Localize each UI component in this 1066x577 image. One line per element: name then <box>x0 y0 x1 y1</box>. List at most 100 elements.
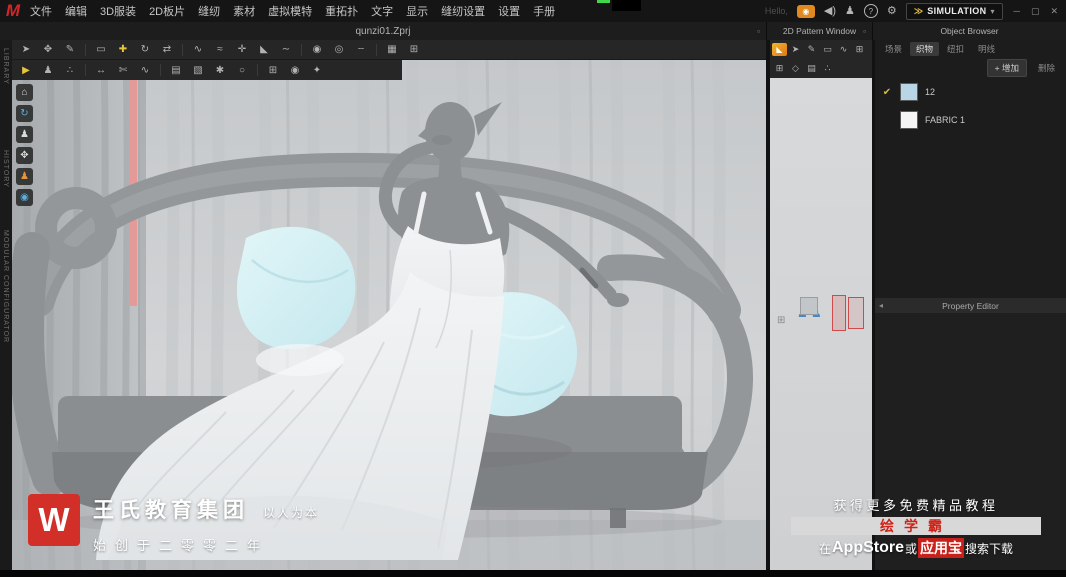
edit-pattern-2d-icon[interactable]: ➤ <box>788 42 803 57</box>
render-tool-icon[interactable]: ✦ <box>307 62 327 79</box>
capture-tool-icon[interactable]: ◉ <box>285 62 305 79</box>
tab-button[interactable]: 纽扣 <box>941 42 970 56</box>
arrangement-tool-icon[interactable]: ∴ <box>60 62 80 79</box>
snap-tool-icon[interactable]: ⊞ <box>263 62 283 79</box>
texture-2d-icon[interactable]: ▤ <box>804 61 819 76</box>
shrinkage-tool-icon[interactable]: ▦ <box>382 41 402 58</box>
menu-sewing-settings[interactable]: 缝纫设置 <box>441 3 485 19</box>
panel-restore-icon[interactable]: ▫ <box>757 27 760 36</box>
toolbar-separator <box>376 43 377 56</box>
panel-splitter[interactable] <box>872 40 875 570</box>
rectangle-2d-icon[interactable]: ▭ <box>820 42 835 57</box>
caret-down-icon: ▾ <box>990 6 995 16</box>
menu-2d-pattern[interactable]: 2D板片 <box>149 3 185 19</box>
rectangle-tool-icon[interactable]: ▭ <box>91 41 111 58</box>
camera-icon[interactable]: ◉ <box>796 4 815 18</box>
help-icon[interactable]: ? <box>863 4 878 18</box>
seamline-2d-icon[interactable]: ◇ <box>788 61 803 76</box>
fabric-row[interactable]: ✔ 12 <box>875 78 1066 106</box>
promo-cta: 在 AppStore 或 应用宝 搜索下载 <box>791 538 1041 558</box>
simulation-label: SIMULATION <box>927 6 987 16</box>
sewing-2d-icon[interactable]: ∿ <box>836 42 851 57</box>
sync-view-icon[interactable]: ↻ <box>16 105 33 122</box>
flip-tool-icon[interactable]: ⇄ <box>157 41 177 58</box>
steam-tool-icon[interactable]: ∿ <box>135 62 155 79</box>
pin-tool-icon[interactable]: ✛ <box>232 41 252 58</box>
add-point-tool-icon[interactable]: ✚ <box>113 41 133 58</box>
deactivate-tool-icon[interactable]: ○ <box>232 62 252 79</box>
show-avatar-icon[interactable]: ♟ <box>16 126 33 143</box>
app-logo[interactable]: M <box>0 0 26 22</box>
menu-manual[interactable]: 手册 <box>533 3 555 19</box>
dock-tab-history[interactable]: HISTORY <box>2 150 9 188</box>
fabric-swatch[interactable] <box>900 83 918 101</box>
scissors-tool-icon[interactable]: ✄ <box>113 62 133 79</box>
pillow-left[interactable] <box>236 226 356 350</box>
pen-2d-icon[interactable]: ✎ <box>804 42 819 57</box>
show-avatar-tool-icon[interactable]: ♟ <box>38 62 58 79</box>
topstitch-tool-icon[interactable]: ┄ <box>351 41 371 58</box>
measure-tool-icon[interactable]: ↔ <box>91 62 111 79</box>
fabric-tool-icon[interactable]: ▤ <box>166 62 186 79</box>
segment-sewing-tool-icon[interactable]: ∿ <box>188 41 208 58</box>
dock-tab-library[interactable]: LIBRARY <box>2 48 9 85</box>
select-tool-icon[interactable]: ➤ <box>16 41 36 58</box>
restore-button[interactable]: ▢ <box>1031 6 1040 17</box>
menu-edit[interactable]: 编辑 <box>65 3 87 19</box>
pattern-piece[interactable] <box>800 297 818 315</box>
menu-file[interactable]: 文件 <box>30 3 52 19</box>
top-widget <box>612 0 641 11</box>
object-browser-actions: + 增加 删除 <box>875 58 1066 78</box>
transform-pattern-icon[interactable]: ◣ <box>772 43 787 56</box>
menu-text[interactable]: 文字 <box>371 3 393 19</box>
free-sewing-tool-icon[interactable]: ≈ <box>210 41 230 58</box>
pattern-panel-restore-icon[interactable]: ▫ <box>863 27 866 36</box>
buttonhole-tool-icon[interactable]: ◎ <box>329 41 349 58</box>
fold-arrangement-tool-icon[interactable]: ◣ <box>254 41 274 58</box>
menu-material[interactable]: 素材 <box>233 3 255 19</box>
tab-fabric[interactable]: 织物 <box>910 42 940 56</box>
close-button[interactable]: ✕ <box>1050 6 1058 17</box>
rotate-tool-icon[interactable]: ↻ <box>135 41 155 58</box>
delete-fabric-button[interactable]: 删除 <box>1033 60 1060 76</box>
check-icon[interactable]: ✔ <box>881 87 893 98</box>
show-grid-2d-icon[interactable]: ⊞ <box>772 61 787 76</box>
camera-view-icon[interactable]: ◉ <box>16 189 33 206</box>
grid-tool-icon[interactable]: ⊞ <box>404 41 424 58</box>
property-editor-header[interactable]: ◂ Property Editor <box>875 298 1066 313</box>
flatten-tool-icon[interactable]: ∼ <box>276 41 296 58</box>
freeze-tool-icon[interactable]: ✱ <box>210 62 230 79</box>
pattern-piece-selected[interactable] <box>848 297 864 329</box>
pen-tool-icon[interactable]: ✎ <box>60 41 80 58</box>
tab-topstitch[interactable]: 明线 <box>972 42 1001 56</box>
speaker-icon[interactable]: ◀) <box>824 5 836 17</box>
pattern-piece-selected[interactable] <box>832 295 846 331</box>
menu-avatar[interactable]: 虚拟模特 <box>268 3 312 19</box>
minimize-button[interactable]: ─ <box>1014 6 1020 16</box>
avatar-pose-icon[interactable]: ♟ <box>16 168 33 185</box>
settings-gear-icon[interactable]: ⚙ <box>887 5 897 17</box>
tab-scene[interactable]: 场景 <box>879 42 908 56</box>
user-icon[interactable]: ♟ <box>845 5 855 17</box>
menu-retopology[interactable]: 重拓扑 <box>325 3 358 19</box>
viewport-3d[interactable]: ⌂ ↻ ♟ ✥ ♟ ◉ W 王氏教育集团 以人为本 始创于二零零二年 <box>12 60 766 570</box>
show-garment-icon[interactable]: ⌂ <box>16 84 33 101</box>
arrangement-points-icon[interactable]: ✥ <box>16 147 33 164</box>
menu-sewing[interactable]: 缝纫 <box>198 3 220 19</box>
transform-tool-icon[interactable]: ✥ <box>38 41 58 58</box>
layer-tool-icon[interactable]: ▧ <box>188 62 208 79</box>
add-fabric-button[interactable]: + 增加 <box>986 59 1027 77</box>
panel-splitter[interactable] <box>766 40 770 570</box>
grid-2d-icon[interactable]: ⊞ <box>852 42 867 57</box>
menu-display[interactable]: 显示 <box>406 3 428 19</box>
dock-tab-modular-configurator[interactable]: MODULAR CONFIGURATOR <box>2 230 9 343</box>
menu-3d-garment[interactable]: 3D服装 <box>100 3 136 19</box>
points-2d-icon[interactable]: ∴ <box>820 61 835 76</box>
menu-settings[interactable]: 设置 <box>498 3 520 19</box>
simulate-tool-icon[interactable]: ▶ <box>16 62 36 79</box>
button-tool-icon[interactable]: ◉ <box>307 41 327 58</box>
collapse-icon[interactable]: ◂ <box>879 301 883 310</box>
simulation-button[interactable]: ≫ SIMULATION ▾ <box>905 2 1003 20</box>
fabric-row[interactable]: ✔ FABRIC 1 <box>875 106 1066 134</box>
fabric-swatch[interactable] <box>900 111 918 129</box>
